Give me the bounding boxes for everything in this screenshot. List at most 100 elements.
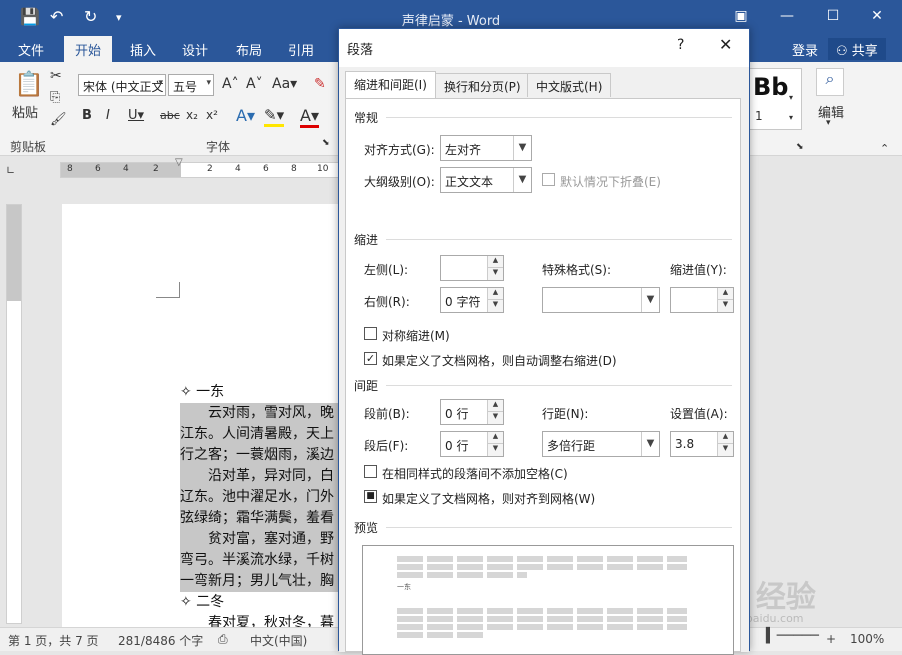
clear-format-icon[interactable]: ✎ <box>314 76 326 92</box>
zoom-in-icon[interactable]: + <box>826 632 836 646</box>
tab-selector-icon[interactable]: ∟ <box>6 164 20 178</box>
shrink-font-icon[interactable]: A˅ <box>246 76 263 92</box>
ruler-strip[interactable]: 8 6 4 2 2 4 6 8 10 ▽ <box>60 157 340 178</box>
subscript-icon[interactable]: x₂ <box>186 108 198 122</box>
no-space-checkbox[interactable] <box>364 465 377 478</box>
indent-marker-icon[interactable]: ▽ <box>175 157 183 168</box>
dialog-body: 缩进和间距(I) 换行和分页(P) 中文版式(H) 常规 对齐方式(G): 左对… <box>339 67 749 655</box>
underline-icon[interactable]: U▾ <box>128 108 144 123</box>
auto-indent-checkbox[interactable]: ✓ <box>364 352 377 365</box>
outline-level-select[interactable]: 正文文本 ▼ <box>440 167 532 193</box>
alignment-select[interactable]: 左对齐 ▼ <box>440 135 532 161</box>
doc-line: 沿对革，异对同，白 <box>180 466 338 487</box>
left-indent-spinner[interactable]: ▲ ▼ <box>440 255 504 281</box>
vertical-ruler[interactable] <box>6 204 22 624</box>
zoom-slider[interactable]: ▍───── <box>766 628 819 644</box>
line-spacing-select[interactable]: 多倍行距 ▼ <box>542 431 660 457</box>
snap-grid-checkbox[interactable]: ■ <box>364 490 377 503</box>
spin-up-icon[interactable]: ▲ <box>717 288 733 300</box>
language-status[interactable]: 中文(中国) <box>250 632 307 649</box>
change-case-icon[interactable]: Aa▾ <box>272 76 297 92</box>
tab-file[interactable]: 文件 <box>18 40 44 59</box>
share-button[interactable]: ⚇ 共享 <box>828 38 886 60</box>
paste-label[interactable]: 粘贴 <box>12 102 38 121</box>
tab-asian-typography[interactable]: 中文版式(H) <box>527 73 612 97</box>
chevron-down-icon: ▼ <box>641 432 659 456</box>
indent-value-spinner[interactable]: ▲ ▼ <box>670 287 734 313</box>
tab-insert[interactable]: 插入 <box>130 40 156 59</box>
spin-down-icon[interactable]: ▼ <box>487 412 503 424</box>
word-count[interactable]: 281/8486 个字 <box>118 632 203 649</box>
font-size-combo[interactable]: 五号 ▾ <box>168 74 214 96</box>
special-format-select[interactable]: ▼ <box>542 287 660 313</box>
minimize-button[interactable]: — <box>772 8 802 24</box>
doc-line: 辽东。池中濯足水，门外 <box>180 487 338 508</box>
spin-down-icon[interactable]: ▼ <box>487 444 503 456</box>
superscript-icon[interactable]: x² <box>206 108 218 122</box>
proofing-icon[interactable]: ⎙ <box>218 632 228 647</box>
right-indent-spinner[interactable]: 0 字符 ▲ ▼ <box>440 287 504 313</box>
more-styles-icon[interactable]: ▾ <box>789 113 793 122</box>
spin-up-icon[interactable]: ▲ <box>487 288 503 300</box>
ruler-margin <box>61 163 181 177</box>
format-painter-icon[interactable]: 🖌 <box>50 112 67 127</box>
close-dialog-button[interactable]: ✕ <box>719 35 732 54</box>
ribbon-options-icon[interactable]: ▣ <box>726 8 756 24</box>
spin-up-icon[interactable]: ▲ <box>487 400 503 412</box>
grow-font-icon[interactable]: A˄ <box>222 76 239 92</box>
collapse-ribbon-icon[interactable]: ⌃ <box>880 142 889 155</box>
spacing-header: 间距 <box>354 379 379 393</box>
tab-indent-spacing[interactable]: 缩进和间距(I) <box>345 71 436 99</box>
search-icon[interactable]: ⌕ <box>816 68 844 96</box>
set-value-spinner[interactable]: 3.8 ▲ ▼ <box>670 431 734 457</box>
text-effects-icon[interactable]: A▾ <box>236 106 255 125</box>
special-format-label: 特殊格式(S): <box>542 263 612 277</box>
styles-launcher-icon[interactable]: ⬊ <box>796 142 804 152</box>
zoom-level[interactable]: 100% <box>850 632 884 646</box>
spin-up-icon[interactable]: ▲ <box>717 432 733 444</box>
tab-design[interactable]: 设计 <box>182 40 208 59</box>
styles-gallery[interactable]: Bb 1 ▾ ▾ <box>748 68 802 130</box>
strikethrough-icon[interactable]: abc <box>160 109 180 122</box>
heading-line: ✧ 一东 <box>180 382 224 403</box>
tab-references[interactable]: 引用 <box>288 40 314 59</box>
tab-line-page-breaks[interactable]: 换行和分页(P) <box>435 73 530 97</box>
dialog-launcher-icon[interactable]: ⬊ <box>322 138 330 148</box>
clipboard-group-label: 剪贴板 <box>10 140 47 154</box>
spin-up-icon[interactable]: ▲ <box>487 256 503 268</box>
collapse-checkbox[interactable] <box>542 173 555 186</box>
maximize-button[interactable]: ☐ <box>818 8 848 24</box>
spin-down-icon[interactable]: ▼ <box>487 300 503 312</box>
chevron-down-icon: ▾ <box>826 118 831 128</box>
page-count[interactable]: 第 1 页，共 7 页 <box>8 632 99 649</box>
tab-home[interactable]: 开始 <box>64 36 112 62</box>
help-button[interactable]: ? <box>677 37 684 53</box>
login-link[interactable]: 登录 <box>792 40 818 59</box>
bold-icon[interactable]: B <box>82 108 92 123</box>
close-window-button[interactable]: ✕ <box>862 8 892 24</box>
tab-layout[interactable]: 布局 <box>236 40 262 59</box>
spin-down-icon[interactable]: ▼ <box>487 268 503 280</box>
copy-icon[interactable]: ⎘ <box>50 90 60 105</box>
paste-icon[interactable]: 📋 <box>14 70 44 98</box>
cut-icon[interactable]: ✂ <box>50 68 62 84</box>
font-color-icon[interactable]: A▾ <box>300 106 319 128</box>
spin-up-icon[interactable]: ▲ <box>487 432 503 444</box>
right-indent-label: 右侧(R): <box>364 295 410 309</box>
space-after-value: 0 行 <box>445 439 469 453</box>
mirror-indent-checkbox[interactable] <box>364 327 377 340</box>
space-after-spinner[interactable]: 0 行 ▲ ▼ <box>440 431 504 457</box>
chevron-down-icon: ▾ <box>206 78 211 88</box>
right-indent-value: 0 字符 <box>445 295 481 309</box>
highlight-icon[interactable]: ✎▾ <box>264 106 285 127</box>
chevron-down-icon[interactable]: ▾ <box>789 93 793 102</box>
spin-down-icon[interactable]: ▼ <box>717 300 733 312</box>
doc-line: 行之客；一蓑烟雨，溪边 <box>180 445 338 466</box>
preview-box: 一东 <box>362 545 734 655</box>
space-before-spinner[interactable]: 0 行 ▲ ▼ <box>440 399 504 425</box>
italic-icon[interactable]: I <box>106 108 110 123</box>
spin-down-icon[interactable]: ▼ <box>717 444 733 456</box>
font-name-combo[interactable]: 宋体 (中文正文 ▾ <box>78 74 166 96</box>
no-space-label: 在相同样式的段落间不添加空格(C) <box>382 467 568 481</box>
edit-button[interactable]: 编辑 <box>818 102 844 121</box>
